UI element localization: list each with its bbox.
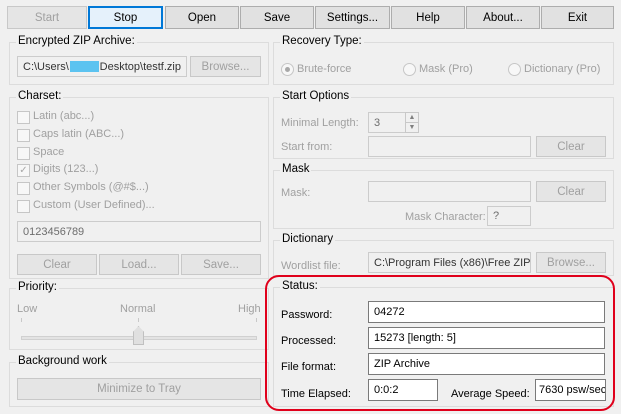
start-from-clear-button[interactable]: Clear — [536, 136, 606, 157]
redaction-mark — [69, 61, 99, 72]
charset-checkbox-space[interactable] — [17, 147, 30, 160]
about-button[interactable]: About... — [466, 6, 540, 29]
mask-clear-button[interactable]: Clear — [536, 181, 606, 202]
status-group-title: Status: — [280, 280, 320, 292]
archive-path-field[interactable]: C:\Users\ Desktop\testf.zip — [17, 56, 187, 77]
charset-label-space: Space — [33, 146, 65, 158]
radio-brute-force[interactable] — [281, 63, 294, 76]
file-format-value: ZIP Archive — [368, 353, 605, 375]
help-button[interactable]: Help — [391, 6, 465, 29]
charset-label-latin: Latin (abc...) — [33, 110, 95, 122]
charset-load-button[interactable]: Load... — [99, 254, 179, 275]
mask-group-title: Mask — [280, 163, 312, 175]
priority-tick — [138, 318, 139, 322]
password-value: 04272 — [368, 301, 605, 323]
dictionary-group-title: Dictionary — [280, 233, 336, 245]
charset-checkbox-caps[interactable] — [17, 129, 30, 142]
mask-character-field[interactable]: ? — [487, 206, 531, 226]
save-button[interactable]: Save — [240, 6, 314, 29]
mask-character-label: Mask Character: — [405, 211, 486, 223]
priority-low-label: Low — [17, 303, 38, 315]
open-button[interactable]: Open — [165, 6, 239, 29]
recovery-type-title: Recovery Type: — [280, 35, 364, 47]
time-elapsed-label: Time Elapsed: — [281, 388, 351, 400]
settings-button[interactable]: Settings... — [315, 6, 390, 29]
start-from-label: Start from: — [281, 141, 333, 153]
wordlist-label: Wordlist file: — [281, 260, 341, 272]
priority-tick — [21, 318, 22, 322]
charset-checkbox-custom[interactable] — [17, 200, 30, 213]
archive-browse-button[interactable]: Browse... — [190, 56, 261, 77]
processed-value: 15273 [length: 5] — [368, 327, 605, 349]
wordlist-field[interactable]: C:\Program Files (x86)\Free ZIP — [368, 252, 531, 273]
start-options-title: Start Options — [280, 90, 352, 102]
archive-path-suffix: Desktop\testf.zip — [99, 60, 181, 73]
average-speed-value: 7630 psw/sec — [535, 379, 606, 401]
charset-label-digits: Digits (123...) — [33, 163, 99, 175]
stop-button[interactable]: Stop — [88, 6, 163, 29]
password-label: Password: — [281, 309, 333, 321]
average-speed-label: Average Speed: — [451, 388, 530, 400]
min-length-field[interactable]: 3 — [368, 112, 406, 133]
archive-group-title: Encrypted ZIP Archive: — [16, 35, 137, 47]
radio-dictionary[interactable] — [508, 63, 521, 76]
start-from-field[interactable] — [368, 136, 531, 157]
min-length-spinner[interactable]: ▲ ▼ — [405, 112, 419, 133]
radio-mask-label: Mask (Pro) — [419, 63, 473, 75]
check-icon: ✓ — [19, 164, 28, 176]
mask-label: Mask: — [281, 187, 311, 199]
min-length-label: Minimal Length: — [281, 117, 359, 129]
charset-label-custom: Custom (User Defined)... — [33, 199, 155, 211]
charset-label-symbols: Other Symbols (@#$...) — [33, 181, 149, 193]
priority-high-label: High — [238, 303, 261, 315]
wordlist-browse-button[interactable]: Browse... — [536, 252, 606, 273]
spin-down-icon[interactable]: ▼ — [406, 123, 418, 132]
spin-up-icon[interactable]: ▲ — [406, 113, 418, 123]
radio-dictionary-label: Dictionary (Pro) — [524, 63, 601, 75]
custom-charset-field[interactable]: 0123456789 — [17, 221, 261, 242]
exit-button[interactable]: Exit — [541, 6, 614, 29]
priority-normal-label: Normal — [120, 303, 156, 315]
file-format-label: File format: — [281, 361, 337, 373]
background-group-title: Background work — [16, 355, 109, 367]
start-button[interactable]: Start — [7, 6, 87, 29]
charset-label-caps: Caps latin (ABC...) — [33, 128, 125, 140]
priority-group-title: Priority: — [16, 281, 59, 293]
charset-clear-button[interactable]: Clear — [17, 254, 97, 275]
radio-brute-force-label: Brute-force — [297, 63, 352, 75]
processed-label: Processed: — [281, 335, 337, 347]
charset-checkbox-symbols[interactable] — [17, 182, 30, 195]
radio-mask[interactable] — [403, 63, 416, 76]
time-elapsed-value: 0:0:2 — [368, 379, 438, 401]
minimize-to-tray-button[interactable]: Minimize to Tray — [17, 378, 261, 400]
charset-group-title: Charset: — [16, 90, 64, 102]
priority-tick — [256, 318, 257, 322]
charset-checkbox-latin[interactable] — [17, 111, 30, 124]
mask-field[interactable] — [368, 181, 531, 202]
charset-checkbox-digits[interactable]: ✓ — [17, 164, 30, 177]
archive-path-prefix: C:\Users\ — [23, 60, 69, 73]
charset-save-button[interactable]: Save... — [181, 254, 261, 275]
